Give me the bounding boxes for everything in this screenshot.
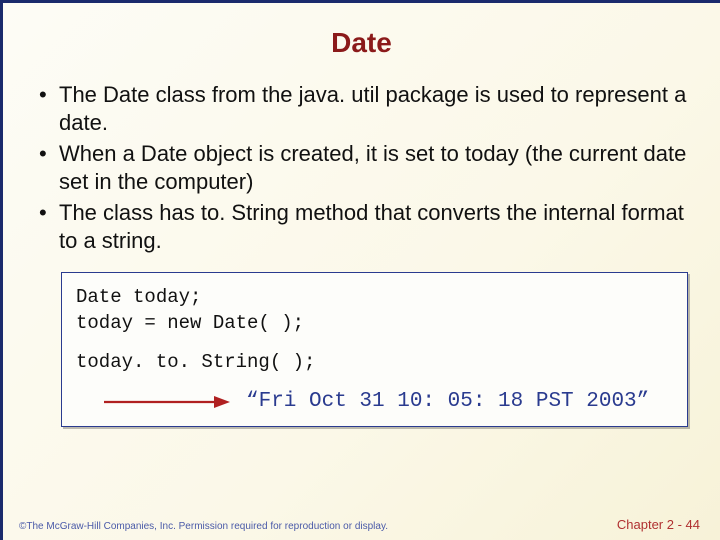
code-line: today. to. String( ); <box>76 350 673 376</box>
code-output: “Fri Oct 31 10: 05: 18 PST 2003” <box>246 388 649 416</box>
code-line: Date today; <box>76 285 673 311</box>
arrow-icon <box>102 393 232 411</box>
code-box: Date today; today = new Date( ); today. … <box>61 272 688 427</box>
code-line: today = new Date( ); <box>76 311 673 337</box>
chapter-label: Chapter 2 - 44 <box>617 517 700 532</box>
page-title: Date <box>33 27 690 59</box>
bullet-item: The class has to. String method that con… <box>37 199 690 254</box>
copyright-text: ©The McGraw-Hill Companies, Inc. Permiss… <box>19 521 388 532</box>
slide: Date The Date class from the java. util … <box>3 3 720 540</box>
bullet-item: The Date class from the java. util packa… <box>37 81 690 136</box>
bullet-list: The Date class from the java. util packa… <box>33 81 690 258</box>
bullet-item: When a Date object is created, it is set… <box>37 140 690 195</box>
output-row: “Fri Oct 31 10: 05: 18 PST 2003” <box>76 388 673 416</box>
footer: ©The McGraw-Hill Companies, Inc. Permiss… <box>3 517 720 532</box>
code-gap <box>76 336 673 350</box>
